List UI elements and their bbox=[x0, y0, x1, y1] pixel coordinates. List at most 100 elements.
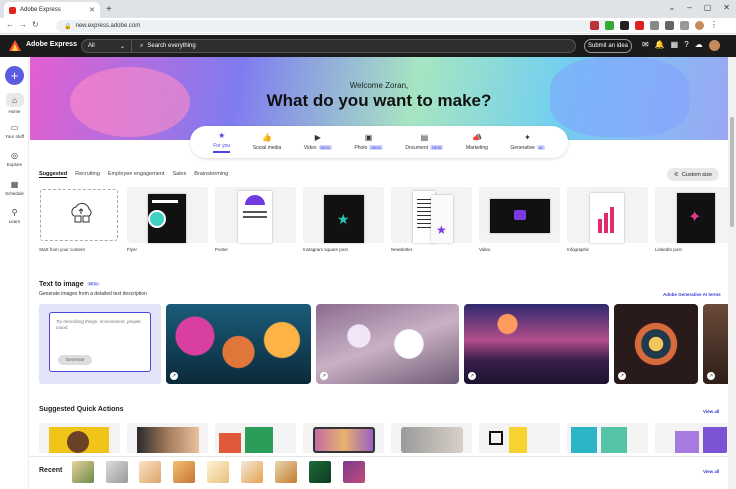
rail-item-schedule[interactable]: ▦ Schedule bbox=[1, 180, 28, 196]
subtab-suggested[interactable]: Suggested bbox=[39, 171, 68, 178]
adobe-express-logo-icon[interactable] bbox=[9, 40, 21, 51]
apps-grid-icon[interactable]: ▦ bbox=[671, 40, 679, 51]
sidebar-icon[interactable] bbox=[680, 21, 689, 30]
ai-sample-image-seahorse[interactable]: ↗ bbox=[166, 304, 311, 384]
template-newsletter[interactable]: ★ bbox=[391, 187, 472, 243]
recent-item[interactable] bbox=[275, 461, 297, 483]
rail-item-explore[interactable]: ◎ Explore bbox=[1, 151, 28, 167]
submit-idea-button[interactable]: Submit an idea bbox=[584, 39, 632, 53]
back-icon[interactable]: ← bbox=[6, 20, 14, 29]
generate-button[interactable]: Generate bbox=[58, 355, 92, 365]
quick-action-card[interactable] bbox=[567, 423, 648, 453]
text-to-image-heading: Text to image BETA bbox=[39, 281, 100, 288]
puzzle-icon[interactable] bbox=[665, 21, 674, 30]
template-flyer[interactable] bbox=[127, 187, 208, 243]
create-new-button[interactable]: + bbox=[5, 66, 24, 85]
template-start-from-content[interactable] bbox=[39, 187, 120, 243]
close-window-icon[interactable]: ✕ bbox=[723, 3, 730, 12]
subtab-recruiting[interactable]: Recruiting bbox=[75, 171, 100, 178]
new-tab-icon[interactable]: + bbox=[106, 4, 112, 15]
tab-generative[interactable]: ✦ Generative AI bbox=[510, 133, 545, 151]
recent-item[interactable] bbox=[106, 461, 128, 483]
recent-view-all-link[interactable]: View all bbox=[703, 469, 719, 474]
subtab-brainstorming[interactable]: Brainstorming bbox=[194, 171, 228, 178]
quick-action-card[interactable] bbox=[391, 423, 472, 453]
quick-action-card[interactable] bbox=[479, 423, 560, 453]
maximize-icon[interactable]: ▢ bbox=[704, 3, 712, 12]
search-scope-value: All bbox=[88, 43, 95, 49]
tab-video[interactable]: ▶ Video NEW bbox=[304, 133, 332, 151]
quick-actions-view-all-link[interactable]: View all bbox=[703, 409, 719, 414]
forward-icon[interactable]: → bbox=[19, 20, 27, 29]
tab-document[interactable]: ▤ Document NEW bbox=[405, 133, 444, 151]
recent-item[interactable] bbox=[139, 461, 161, 483]
custom-size-button[interactable]: ⚟ Custom size bbox=[667, 168, 719, 181]
extension-icon[interactable] bbox=[650, 21, 659, 30]
linkedin-thumbnail: ✦ bbox=[677, 193, 715, 243]
notification-bell-icon[interactable]: 🔔 bbox=[655, 40, 665, 51]
scrollbar-thumb[interactable] bbox=[730, 117, 734, 227]
tab-photo[interactable]: ▣ Photo NEW bbox=[354, 133, 383, 151]
help-icon[interactable]: ? bbox=[684, 40, 688, 51]
url-field[interactable]: 🔒 new.express.adobe.com bbox=[56, 20, 612, 32]
close-tab-icon[interactable]: ✕ bbox=[89, 6, 95, 14]
search-bar[interactable]: All ⌄ ⌕ Search everything bbox=[81, 39, 576, 53]
chevron-down-icon[interactable]: ⌄ bbox=[669, 3, 676, 12]
minimize-icon[interactable]: – bbox=[687, 3, 691, 12]
search-input[interactable]: Search everything bbox=[147, 43, 195, 49]
extension-icon[interactable] bbox=[620, 21, 629, 30]
ai-sample-image-partial[interactable]: ↗ bbox=[703, 304, 728, 384]
page-scrollbar[interactable] bbox=[728, 57, 736, 489]
recent-item[interactable] bbox=[173, 461, 195, 483]
template-video[interactable] bbox=[479, 187, 560, 243]
tab-for-you[interactable]: ★ For you bbox=[213, 131, 231, 153]
newsletter-thumbnail: ★ bbox=[431, 195, 453, 243]
expand-icon[interactable]: ↗ bbox=[468, 372, 476, 380]
tab-marketing[interactable]: 📣 Marketing bbox=[466, 133, 488, 151]
megaphone-icon: 📣 bbox=[471, 133, 482, 142]
left-rail: + ⌂ Home ▭ Your stuff ◎ Explore ▦ Schedu… bbox=[0, 57, 29, 489]
template-linkedin-post[interactable]: ✦ bbox=[655, 187, 728, 243]
search-scope-select[interactable]: All ⌄ bbox=[82, 40, 132, 52]
expand-icon[interactable]: ↗ bbox=[320, 372, 328, 380]
avatar[interactable] bbox=[708, 40, 720, 51]
quick-action-card[interactable] bbox=[127, 423, 208, 453]
extension-icon[interactable] bbox=[590, 21, 599, 30]
generative-ai-terms-link[interactable]: Adobe Generative AI terms bbox=[663, 292, 721, 297]
reload-icon[interactable]: ↻ bbox=[32, 20, 39, 29]
profile-avatar[interactable] bbox=[695, 21, 704, 30]
subtab-employee-engagement[interactable]: Employee engagement bbox=[108, 171, 165, 178]
template-poster[interactable] bbox=[215, 187, 296, 243]
rail-item-learn[interactable]: ⚲ Learn bbox=[1, 208, 28, 224]
message-icon[interactable]: ✉ bbox=[642, 40, 649, 51]
tab-social-media[interactable]: 👍 Social media bbox=[253, 133, 282, 151]
expand-icon[interactable]: ↗ bbox=[170, 372, 178, 380]
recent-item[interactable] bbox=[241, 461, 263, 483]
rail-item-home[interactable]: ⌂ Home bbox=[1, 93, 28, 114]
extension-icon[interactable] bbox=[635, 21, 644, 30]
lightbulb-icon: ⚲ bbox=[11, 208, 18, 217]
quick-action-card[interactable] bbox=[303, 423, 384, 453]
creative-cloud-icon[interactable]: ☁ bbox=[695, 40, 703, 51]
recent-item[interactable] bbox=[72, 461, 94, 483]
quick-action-card[interactable] bbox=[655, 423, 728, 453]
extension-icon[interactable] bbox=[605, 21, 614, 30]
recent-item[interactable] bbox=[207, 461, 229, 483]
recent-item[interactable] bbox=[309, 461, 331, 483]
expand-icon[interactable]: ↗ bbox=[618, 372, 626, 380]
prompt-input[interactable]: Try describing things, environment, peop… bbox=[49, 312, 151, 372]
ai-sample-image-carnival[interactable]: ↗ bbox=[464, 304, 609, 384]
subtab-sales[interactable]: Sales bbox=[172, 171, 186, 178]
recent-item[interactable] bbox=[343, 461, 365, 483]
expand-icon[interactable]: ↗ bbox=[707, 372, 715, 380]
new-badge: NEW bbox=[318, 145, 332, 150]
menu-icon[interactable]: ⋮ bbox=[710, 21, 719, 30]
quick-action-card[interactable] bbox=[39, 423, 120, 453]
browser-tab[interactable]: Adobe Express ✕ bbox=[4, 2, 100, 18]
template-infographic[interactable] bbox=[567, 187, 648, 243]
template-instagram-square-post[interactable]: ★ bbox=[303, 187, 384, 243]
ai-sample-image-kaleidoscope[interactable]: ↗ bbox=[614, 304, 698, 384]
ai-sample-image-snowflakes[interactable]: ↗ bbox=[316, 304, 459, 384]
rail-item-your-stuff[interactable]: ▭ Your stuff bbox=[1, 123, 28, 139]
quick-action-card[interactable] bbox=[215, 423, 296, 453]
